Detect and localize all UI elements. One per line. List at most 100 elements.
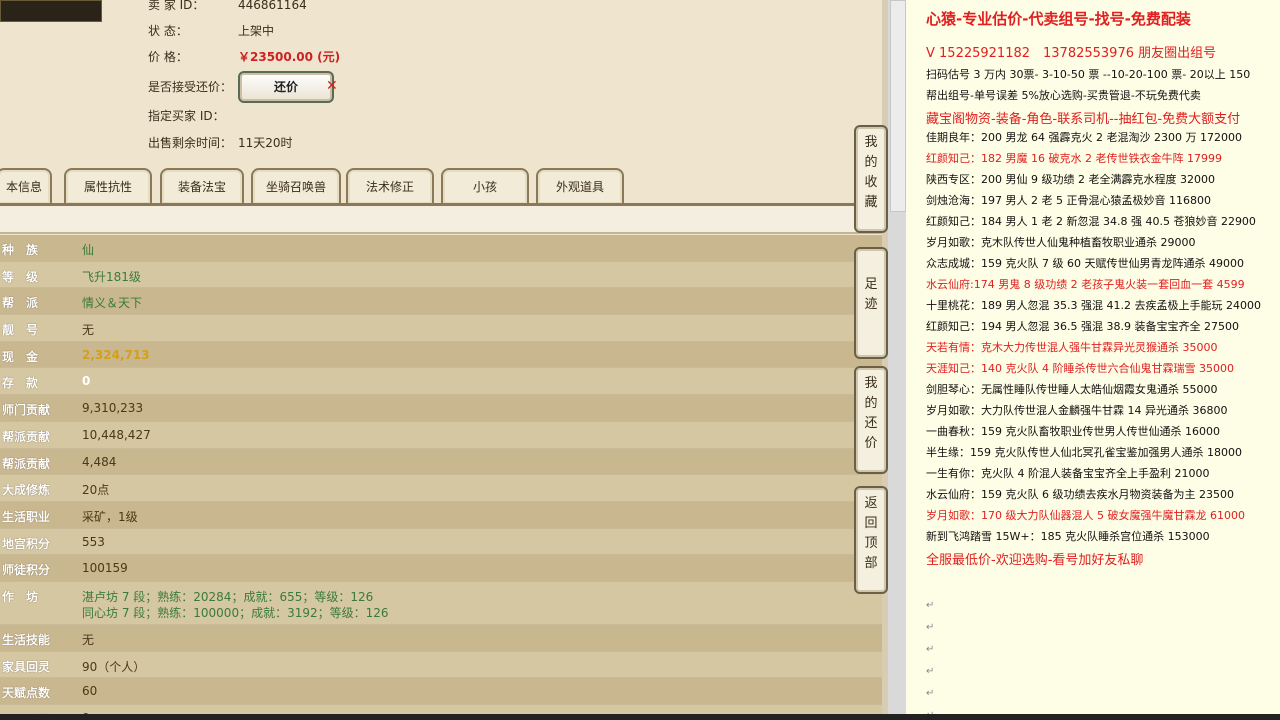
close-icon[interactable]: ✕ bbox=[326, 78, 338, 94]
side-button-char: 还 bbox=[864, 416, 878, 431]
tab-equipment[interactable]: 装备法宝 bbox=[160, 168, 244, 206]
notes-line: 天若有情：克木大力传世混人强牛甘霖异光灵猴通杀 35000 bbox=[926, 341, 1218, 354]
row-value: 湛卢坊 7 段；熟练：20284；成就：655；等级：126 bbox=[82, 589, 374, 604]
row-value: 100159 bbox=[82, 561, 128, 576]
paragraph-mark-icon: ↵ bbox=[926, 688, 935, 699]
row-label: 生活技能 bbox=[2, 632, 51, 647]
row-value: 553 bbox=[82, 534, 105, 549]
buyer-id-row: 指定买家 ID： bbox=[148, 107, 238, 124]
attribute-table: 种 族 仙等 级飞升181级帮 派 情义＆天下靓 号无现 金 2,324,713 存 款… bbox=[0, 235, 882, 720]
table-row: 现 金 2,324,713 bbox=[0, 341, 882, 369]
notes-line: 半生缘：159 克火队传世人仙北冥孔雀宝鉴加强男人通杀 18000 bbox=[926, 446, 1242, 459]
side-button-char: 返 bbox=[864, 496, 878, 511]
notes-contact: V 15225921182 13782553976 朋友圈出组号 bbox=[926, 46, 1217, 61]
row-value: 2,324,713 bbox=[82, 347, 150, 362]
bottom-bar bbox=[0, 714, 1280, 720]
buyer-id-label: 指定买家 ID： bbox=[148, 109, 225, 123]
table-row: 帮 派 情义＆天下 bbox=[0, 288, 882, 316]
table-row: 家具回灵 90（个人） bbox=[0, 651, 882, 679]
paragraph-mark-icon: ↵ bbox=[926, 666, 935, 677]
notes-line: 岁月如歌：大力队传世混人金麟强牛甘霖 14 异光通杀 36800 bbox=[926, 404, 1228, 417]
side-button-char: 回 bbox=[864, 516, 878, 531]
notes-line: 天涯知己：140 克火队 4 阶睡杀传世六合仙鬼甘霖瑞雪 35000 bbox=[926, 362, 1234, 375]
row-value-secondary: 同心坊 7 段；熟练：100000；成就：3192；等级：126 bbox=[82, 605, 389, 620]
row-label: 帮派贡献 bbox=[2, 429, 51, 444]
tab-spells[interactable]: 法术修正 bbox=[346, 168, 434, 206]
table-row: 地宫积分 553 bbox=[0, 528, 882, 556]
row-label: 现 金 bbox=[2, 349, 39, 364]
row-value: 情义＆天下 bbox=[82, 296, 143, 311]
counter-offer-button[interactable]: 还价 bbox=[238, 71, 334, 103]
table-row: 大成修炼 20点 bbox=[0, 475, 882, 502]
side-button-char: 顶 bbox=[864, 536, 878, 551]
notes-line: 新到飞鸿踏雪 15W+：185 克火队睡杀宫位通杀 153000 bbox=[926, 530, 1210, 543]
table-row: 等 级 飞升181级 bbox=[0, 261, 882, 289]
table-row: 作 坊 湛卢坊 7 段；熟练：20284；成就：655；等级：126 同心坊 7 段… bbox=[0, 581, 882, 625]
notes-line: 一生有你：克火队 4 阶混人装备宝宝齐全上手盈利 21000 bbox=[926, 467, 1210, 480]
notes-line: 十里桃花：189 男人忽混 35.3 强混 41.2 去疾孟极上手能玩 2400… bbox=[926, 299, 1261, 312]
row-label: 种 族 bbox=[2, 243, 39, 257]
price-label: 价 格： bbox=[148, 50, 188, 64]
notes-line: 剑胆琴心：无属性睡队传世睡人太皓仙烟霞女鬼通杀 55000 bbox=[926, 383, 1218, 396]
side-button-char: 我 bbox=[864, 135, 878, 150]
row-label: 师徒积分 bbox=[2, 563, 51, 578]
notes-line: 陕西专区：200 男仙 9 级功绩 2 老全满霹克水程度 32000 bbox=[926, 173, 1215, 186]
side-button-char: 的 bbox=[864, 396, 878, 411]
remain-time-value: 11天20时 bbox=[238, 136, 293, 150]
price-row: 价 格： ￥23500.00 (元) bbox=[148, 48, 340, 65]
tab-appearance[interactable]: 外观道具 bbox=[536, 168, 624, 206]
tab-basic-info[interactable]: 本信息 bbox=[0, 168, 52, 206]
tab-attributes[interactable]: 属性抗性 bbox=[64, 168, 152, 206]
row-label: 家具回灵 bbox=[2, 659, 51, 674]
notes-line: 水云仙府：159 克火队 6 级功绩去疾水月物资装备为主 23500 bbox=[926, 488, 1234, 501]
row-value: 20点 bbox=[82, 483, 110, 498]
notes-line: 岁月如歌：克木队传世人仙鬼种植畜牧职业通杀 29000 bbox=[926, 236, 1196, 249]
window-splitter[interactable] bbox=[888, 0, 906, 720]
item-detail-panel: 卖 家 ID： 446861164 状 态： 上架中 价 格： ￥23500.00 (… bbox=[0, 0, 888, 720]
side-button-char: 价 bbox=[864, 436, 878, 451]
row-label: 帮 派 bbox=[2, 296, 39, 311]
side-button-char: 迹 bbox=[864, 297, 878, 312]
notes-line: 众志成城：159 克火队 7 级 60 天赋传世仙男青龙阵通杀 49000 bbox=[926, 257, 1244, 270]
side-button-char: 藏 bbox=[864, 195, 878, 210]
splitter-handle[interactable] bbox=[890, 0, 906, 212]
table-row: 天赋点数 60 bbox=[0, 678, 882, 705]
my-favorites-button[interactable]: 我的收藏 bbox=[854, 125, 888, 233]
row-label: 作 坊 bbox=[2, 589, 39, 604]
row-value: 仙 bbox=[82, 243, 95, 257]
tab-mounts[interactable]: 坐骑召唤兽 bbox=[251, 168, 341, 206]
my-counter-offers-button[interactable]: 我的还价 bbox=[854, 366, 888, 474]
table-row: 生活技能 无 bbox=[0, 624, 882, 652]
row-label: 帮派贡献 bbox=[2, 456, 51, 471]
info-tabs: 本信息 属性抗性 装备法宝 坐骑召唤兽 法术修正 小孩 外观道具 bbox=[0, 168, 888, 206]
notes-line: 一曲春秋：159 克火队畜牧职业传世男人传世仙通杀 16000 bbox=[926, 425, 1220, 438]
back-to-top-button[interactable]: 返回顶部 bbox=[854, 486, 888, 594]
section-header bbox=[0, 206, 882, 234]
character-thumbnail bbox=[0, 0, 102, 22]
seller-id-label: 卖 家 ID： bbox=[148, 0, 205, 12]
row-value: 90（个人） bbox=[82, 659, 146, 674]
side-button-char: 的 bbox=[864, 155, 878, 170]
notes-line: 岁月如歌：170 级大力队仙器混人 5 破女魔强牛魔甘霖龙 61000 bbox=[926, 509, 1245, 522]
remain-time-row: 出售剩余时间： 11天20时 bbox=[148, 134, 293, 151]
table-row: 种 族仙 bbox=[0, 235, 882, 262]
side-button-char: 收 bbox=[864, 175, 878, 190]
row-value: 飞升181级 bbox=[82, 269, 141, 284]
seller-id-row: 卖 家 ID： 446861164 bbox=[148, 0, 307, 13]
table-row: 靓 号无 bbox=[0, 315, 882, 342]
notes-panel: 心猿-专业估价-代卖组号-找号-免费配装 V 15225921182 13782… bbox=[906, 0, 1280, 720]
paragraph-mark-icon: ↵ bbox=[926, 600, 935, 611]
notes-line: 红颜知己：184 男人 1 老 2 新忽混 34.8 强 40.5 苍狼妙音 2… bbox=[926, 215, 1256, 228]
seller-id-value: 446861164 bbox=[238, 0, 307, 12]
table-row: 生活职业 采矿，1级 bbox=[0, 501, 882, 529]
tab-children[interactable]: 小孩 bbox=[441, 168, 529, 206]
row-label: 地宫积分 bbox=[2, 536, 51, 551]
row-value: 10,448,427 bbox=[82, 427, 151, 442]
footprint-button[interactable]: 足迹 bbox=[854, 247, 888, 359]
notes-line: 佳期良年：200 男龙 64 强霹克火 2 老混淘沙 2300 万 172000 bbox=[926, 131, 1242, 144]
row-label: 天赋点数 bbox=[2, 686, 51, 701]
remain-time-label: 出售剩余时间： bbox=[148, 136, 233, 150]
row-value: 9,310,233 bbox=[82, 401, 144, 416]
row-value: 4,484 bbox=[82, 454, 117, 469]
table-row: 存 款 0 bbox=[0, 368, 882, 396]
